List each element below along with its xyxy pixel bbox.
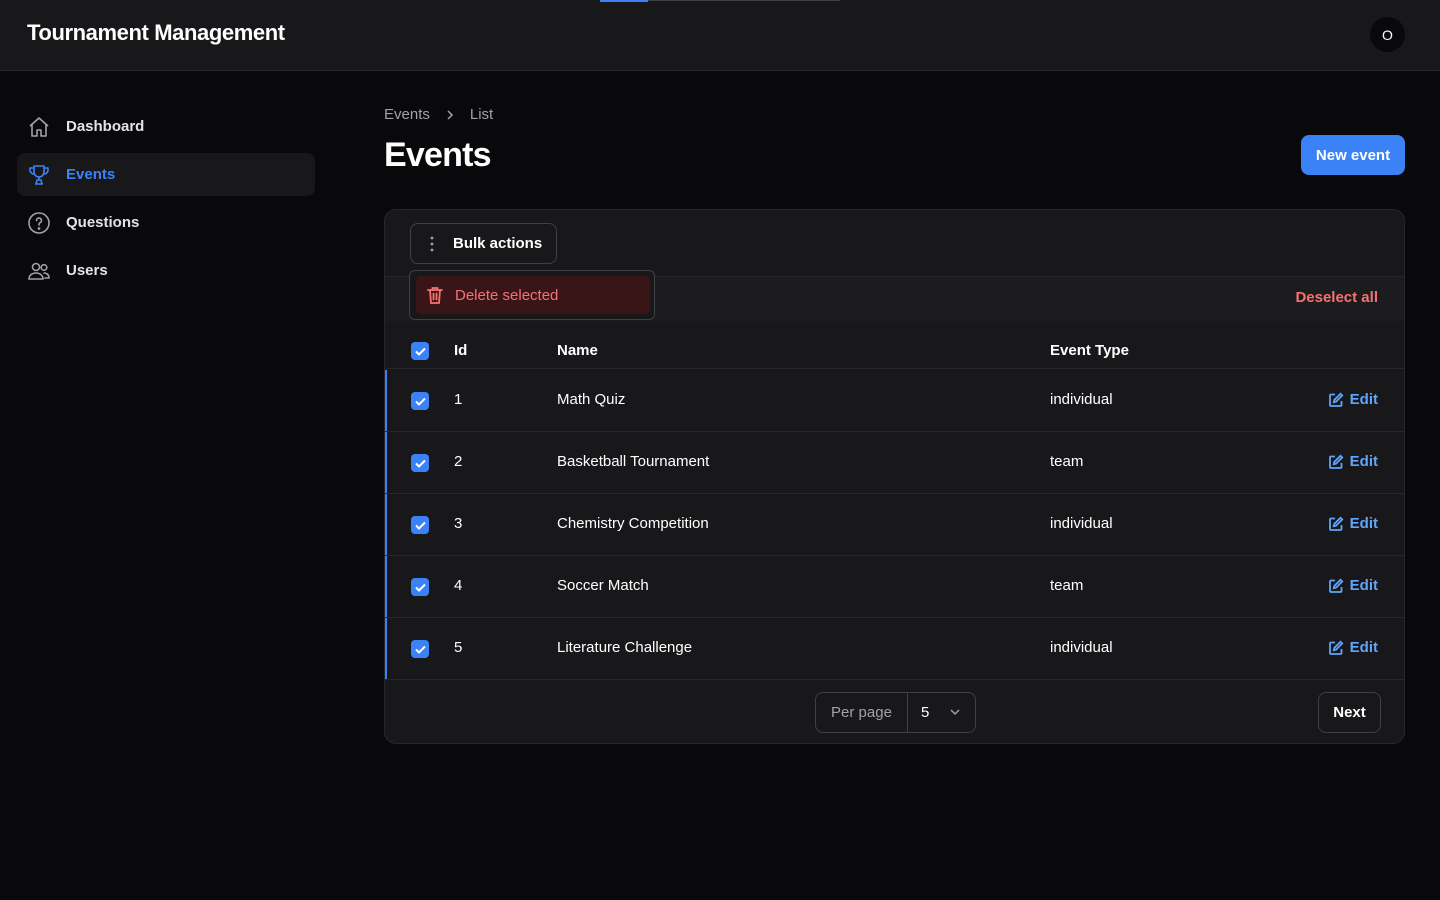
column-header-event-type[interactable]: Event Type xyxy=(1050,342,1129,359)
home-icon xyxy=(26,114,52,140)
sidebar-item-label: Users xyxy=(66,262,108,279)
cell-id: 4 xyxy=(454,577,463,594)
cell-name: Soccer Match xyxy=(557,577,649,594)
sidebar-item-label: Events xyxy=(66,166,116,183)
chevron-right-icon xyxy=(444,109,456,121)
app-title[interactable]: Tournament Management xyxy=(27,20,285,46)
selected-row-indicator xyxy=(385,618,387,679)
sidebar-item-dashboard[interactable]: Dashboard xyxy=(17,105,315,148)
cell-event-type: individual xyxy=(1050,515,1113,532)
user-avatar[interactable]: O xyxy=(1370,17,1405,52)
loading-bar xyxy=(600,0,840,2)
edit-icon xyxy=(1328,392,1344,408)
edit-button[interactable]: Edit xyxy=(1328,453,1378,470)
table-header: Id Name Event Type xyxy=(385,321,1404,369)
cell-id: 2 xyxy=(454,453,463,470)
edit-icon xyxy=(1328,578,1344,594)
table-row[interactable]: 3 Chemistry Competition individual Edit xyxy=(385,494,1404,556)
sidebar: Dashboard Events Questions Users xyxy=(17,105,315,297)
sidebar-item-label: Questions xyxy=(66,214,140,231)
question-circle-icon xyxy=(26,210,52,236)
edit-label: Edit xyxy=(1349,391,1378,408)
delete-selected-menu-item[interactable]: Delete selected xyxy=(416,276,650,314)
cell-name: Literature Challenge xyxy=(557,639,693,656)
cell-event-type: team xyxy=(1050,577,1084,594)
per-page-label: Per page xyxy=(816,693,908,732)
per-page-select[interactable]: Per page 5 xyxy=(815,692,976,733)
selected-row-indicator xyxy=(385,556,387,617)
cell-id: 1 xyxy=(454,391,463,408)
selected-row-indicator xyxy=(385,370,387,431)
per-page-dropdown[interactable]: 5 xyxy=(908,693,975,732)
table-row[interactable]: 1 Math Quiz individual Edit xyxy=(385,370,1404,432)
row-checkbox[interactable] xyxy=(411,454,429,472)
sidebar-item-label: Dashboard xyxy=(66,118,145,135)
bulk-actions-menu: Delete selected xyxy=(409,270,655,320)
sidebar-item-events[interactable]: Events xyxy=(17,153,315,196)
new-event-button[interactable]: New event xyxy=(1301,135,1405,175)
edit-label: Edit xyxy=(1349,577,1378,594)
select-all-checkbox[interactable] xyxy=(411,342,429,360)
edit-icon xyxy=(1328,516,1344,532)
cell-event-type: individual xyxy=(1050,639,1113,656)
deselect-all-link[interactable]: Deselect all xyxy=(1295,289,1378,306)
users-icon xyxy=(26,258,52,284)
bulk-actions-label: Bulk actions xyxy=(453,235,543,252)
table-row[interactable]: 2 Basketball Tournament team Edit xyxy=(385,432,1404,494)
row-checkbox[interactable] xyxy=(411,392,429,410)
breadcrumb-current: List xyxy=(469,106,494,123)
edit-label: Edit xyxy=(1349,515,1378,532)
cell-name: Basketball Tournament xyxy=(557,453,710,470)
sidebar-item-users[interactable]: Users xyxy=(17,249,315,292)
delete-selected-label: Delete selected xyxy=(455,286,559,304)
top-bar: Tournament Management O xyxy=(0,0,1440,71)
sidebar-item-questions[interactable]: Questions xyxy=(17,201,315,244)
selected-row-indicator xyxy=(385,494,387,555)
breadcrumb-parent[interactable]: Events xyxy=(384,106,430,123)
row-checkbox[interactable] xyxy=(411,516,429,534)
next-page-button[interactable]: Next xyxy=(1318,692,1381,733)
edit-label: Edit xyxy=(1349,453,1378,470)
trophy-icon xyxy=(26,162,52,188)
breadcrumb: Events List xyxy=(384,106,493,123)
per-page-value: 5 xyxy=(921,704,930,721)
edit-button[interactable]: Edit xyxy=(1328,515,1378,532)
page-title: Events xyxy=(384,136,492,174)
cell-id: 3 xyxy=(454,515,463,532)
table-row[interactable]: 4 Soccer Match team Edit xyxy=(385,556,1404,618)
edit-label: Edit xyxy=(1349,639,1378,656)
column-header-name[interactable]: Name xyxy=(557,342,598,359)
edit-icon xyxy=(1328,454,1344,470)
cell-name: Chemistry Competition xyxy=(557,515,709,532)
column-header-id[interactable]: Id xyxy=(454,342,467,359)
bulk-actions-button[interactable]: Bulk actions xyxy=(410,223,557,264)
table-row[interactable]: 5 Literature Challenge individual Edit xyxy=(385,618,1404,680)
edit-button[interactable]: Edit xyxy=(1328,391,1378,408)
cell-id: 5 xyxy=(454,639,463,656)
cell-name: Math Quiz xyxy=(557,391,626,408)
row-checkbox[interactable] xyxy=(411,640,429,658)
trash-icon xyxy=(426,286,444,304)
selected-row-indicator xyxy=(385,432,387,493)
row-checkbox[interactable] xyxy=(411,578,429,596)
chevron-down-icon xyxy=(949,706,961,718)
edit-button[interactable]: Edit xyxy=(1328,577,1378,594)
cell-event-type: team xyxy=(1050,453,1084,470)
edit-icon xyxy=(1328,640,1344,656)
vertical-dots-icon xyxy=(425,236,439,252)
edit-button[interactable]: Edit xyxy=(1328,639,1378,656)
cell-event-type: individual xyxy=(1050,391,1113,408)
